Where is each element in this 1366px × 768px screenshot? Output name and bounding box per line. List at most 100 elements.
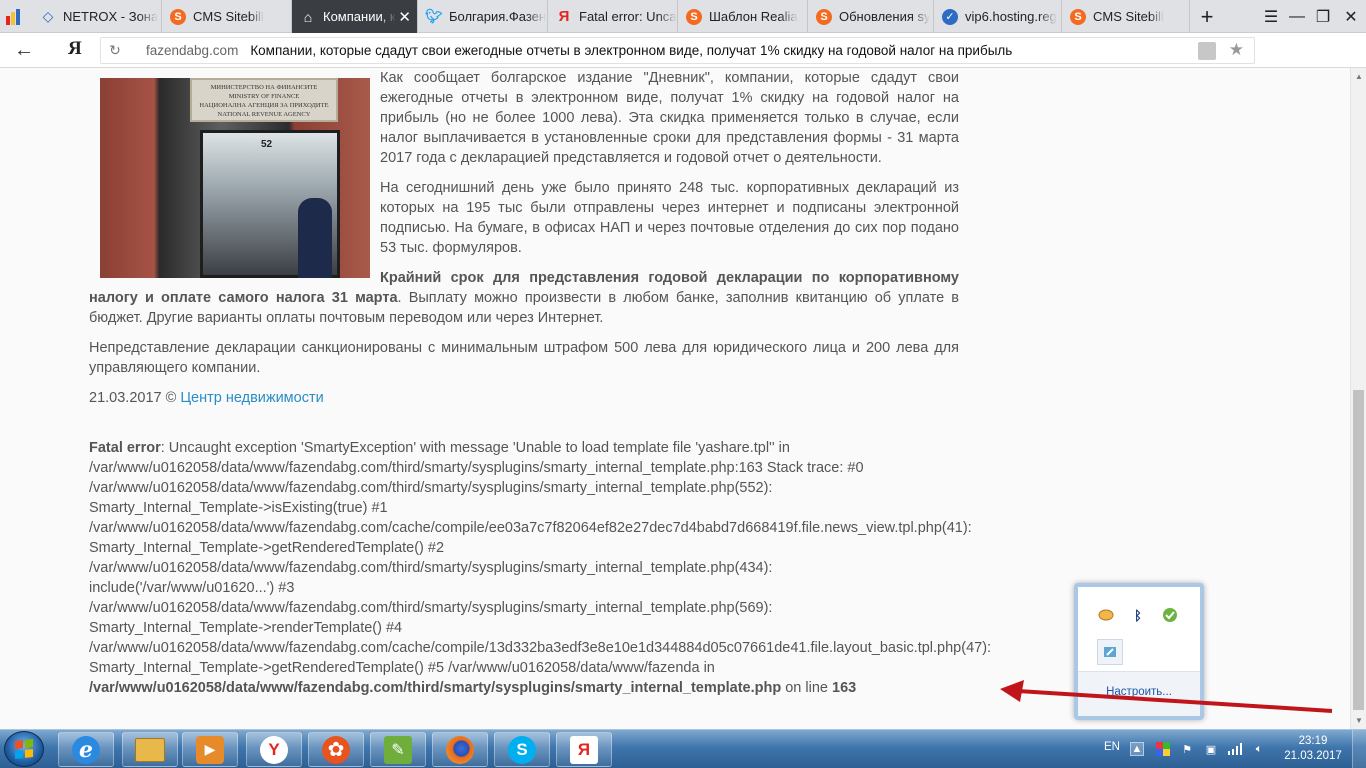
error-line: /var/www/u0162058/data/www/fazendabg.com…	[89, 600, 773, 616]
netrox-icon: ◇	[42, 8, 54, 24]
bluetooth-icon[interactable]: ᛒ	[1129, 606, 1147, 624]
skype-icon: S	[508, 735, 536, 764]
yandex-icon: Я	[570, 735, 598, 764]
new-tab-button[interactable]: +	[1194, 0, 1220, 33]
error-label: Fatal error	[89, 440, 161, 456]
close-tab-icon[interactable]: ✕	[398, 8, 411, 26]
taskbar-ie[interactable]: e	[58, 732, 114, 767]
tab-title: NETROX - Зона	[63, 9, 159, 24]
fatal-error-block: Fatal error: Uncaught exception 'SmartyE…	[89, 438, 991, 698]
volume-icon[interactable]: 🔈︎	[1252, 742, 1266, 756]
address-bar: ← Я ↻ fazendabg.com Компании, которые сд…	[0, 33, 1366, 98]
error-line: Fatal error: Uncaught exception 'SmartyE…	[89, 438, 959, 458]
plus-icon: +	[1200, 3, 1214, 29]
yandex-logo[interactable]: Я	[68, 38, 82, 60]
tray-sync-app-icon[interactable]	[1097, 639, 1123, 665]
usb-device-icon[interactable]: ▣	[1204, 742, 1218, 756]
close-icon: ✕	[1344, 8, 1358, 26]
app-menu-icon[interactable]	[2, 0, 26, 33]
tab-title: Болгария.Фазен	[449, 9, 547, 24]
error-file: /var/www/u0162058/data/www/fazendabg.com…	[89, 680, 782, 696]
lock-icon[interactable]	[1198, 42, 1216, 60]
scroll-thumb[interactable]	[1353, 390, 1364, 710]
tab-title: Компании, к	[323, 9, 396, 24]
agency-sign: МИНИСТЕРСТВО НА ФИНАНСИТЕ MINISTRY OF FI…	[190, 78, 338, 122]
tab-bulgaria[interactable]: 🐦︎ Болгария.Фазен	[418, 0, 548, 33]
tab-cms-sitebill-2[interactable]: S CMS Sitebill	[1062, 0, 1190, 33]
scroll-down-icon[interactable]: ▼	[1355, 716, 1363, 725]
source-link[interactable]: Центр недвижимости	[180, 390, 323, 406]
tab-hosting[interactable]: ✓ vip6.hosting.reg	[934, 0, 1062, 33]
article-photo: МИНИСТЕРСТВО НА ФИНАНСИТЕ MINISTRY OF FI…	[100, 78, 370, 278]
tab-active-article[interactable]: ⌂ Компании, к ✕	[292, 0, 418, 33]
clock-date: 21.03.2017	[1284, 750, 1342, 762]
taskbar-yandex[interactable]: Я	[556, 732, 612, 767]
bookmark-star-icon[interactable]: ★	[1229, 40, 1244, 60]
tab-netrox[interactable]: ◇ NETROX - Зона	[32, 0, 162, 33]
check-icon: ✓	[942, 8, 958, 25]
taskbar-clock[interactable]: 23:19 21.03.2017	[1282, 734, 1344, 764]
tray-colors-icon[interactable]	[1156, 742, 1170, 756]
media-player-icon: ▶	[196, 735, 224, 764]
restore-button[interactable]: ❐	[1310, 0, 1336, 33]
error-line: /var/www/u0162058/data/www/fazendabg.com…	[89, 520, 972, 536]
error-line: /var/www/u0162058/data/www/fazendabg.com…	[89, 480, 773, 496]
error-line: Smarty_Internal_Template->renderTemplate…	[89, 620, 403, 636]
taskbar-film-app[interactable]: ✿	[308, 732, 364, 767]
network-signal-icon[interactable]	[1228, 742, 1242, 756]
action-center-flag-icon[interactable]: ⚑	[1180, 742, 1194, 756]
minimize-button[interactable]: —	[1284, 0, 1310, 33]
error-message: : Uncaught exception 'SmartyException' w…	[160, 440, 790, 456]
show-hidden-icons-icon[interactable]: ▲	[1130, 742, 1144, 756]
arrow-shaft	[1017, 689, 1333, 713]
error-line: /var/www/u0162058/data/www/fazendabg.com…	[89, 560, 773, 576]
error-line: /var/www/u0162058/data/www/fazendabg.com…	[89, 678, 959, 698]
twitter-icon: 🐦︎	[425, 8, 443, 24]
url-domain: fazendabg.com	[146, 43, 239, 58]
yandex-browser-icon: Y	[260, 735, 288, 764]
clock-time: 23:19	[1298, 735, 1328, 747]
sign-line: MINISTRY OF FINANCE	[228, 93, 300, 100]
error-line: include('/var/www/u01620...') #3	[89, 580, 295, 596]
sitebill-icon: S	[686, 8, 702, 25]
menu-button[interactable]: ☰	[1258, 0, 1284, 33]
url-page-title: Компании, которые сдадут свои ежегодные …	[250, 43, 1013, 58]
tab-strip: ◇ NETROX - Зона S CMS Sitebill ⌂ Компани…	[0, 0, 1366, 33]
article-paragraph-4: Непредставление декларации санкционирова…	[89, 340, 959, 376]
taskbar-firefox[interactable]	[432, 732, 488, 767]
error-line: Smarty_Internal_Template->isExisting(tru…	[89, 500, 388, 516]
tab-cms-sitebill[interactable]: S CMS Sitebill	[162, 0, 292, 33]
sitebill-icon: S	[170, 8, 186, 25]
tab-realia[interactable]: S Шаблон Realia	[678, 0, 808, 33]
reload-icon[interactable]: ↻	[101, 42, 129, 59]
taskbar-yandex-browser[interactable]: Y	[246, 732, 302, 767]
tab-updates[interactable]: S Обновления sy	[808, 0, 934, 33]
firefox-icon	[446, 735, 474, 764]
language-indicator[interactable]: EN	[1104, 741, 1120, 753]
show-desktop-button[interactable]	[1352, 730, 1366, 768]
tab-title: vip6.hosting.reg	[965, 9, 1057, 24]
scroll-up-icon[interactable]: ▲	[1355, 72, 1363, 81]
error-line: Smarty_Internal_Template->getRenderedTem…	[89, 660, 715, 676]
sign-line: NATIONAL REVENUE AGENCY	[217, 111, 311, 118]
taskbar-notepad[interactable]: ✎	[370, 732, 426, 767]
tab-fatal-error[interactable]: Я Fatal error: Unca	[548, 0, 678, 33]
article-footer: 21.03.2017 © Центр недвижимости	[89, 388, 959, 408]
close-window-button[interactable]: ✕	[1338, 0, 1364, 33]
sitebill-icon: S	[1070, 8, 1086, 25]
tray-green-app-icon[interactable]	[1161, 606, 1179, 624]
tab-title: Fatal error: Unca	[579, 9, 677, 24]
vertical-scrollbar[interactable]: ▲ ▼	[1350, 68, 1366, 729]
taskbar-skype[interactable]: S	[494, 732, 550, 767]
taskbar-explorer[interactable]	[122, 732, 178, 767]
url-field[interactable]: ↻ fazendabg.com Компании, которые сдадут…	[100, 37, 1255, 64]
minimize-icon: —	[1289, 7, 1305, 25]
windows-logo-icon	[15, 739, 33, 759]
back-button[interactable]: ←	[14, 39, 34, 62]
start-button[interactable]	[4, 731, 44, 767]
sign-line: МИНИСТЕРСТВО НА ФИНАНСИТЕ	[210, 84, 318, 91]
restore-icon: ❐	[1315, 8, 1331, 26]
taskbar-media-player[interactable]: ▶	[182, 732, 238, 767]
article-date: 21.03.2017 ©	[89, 390, 177, 406]
tray-orange-app-icon[interactable]	[1097, 606, 1115, 624]
